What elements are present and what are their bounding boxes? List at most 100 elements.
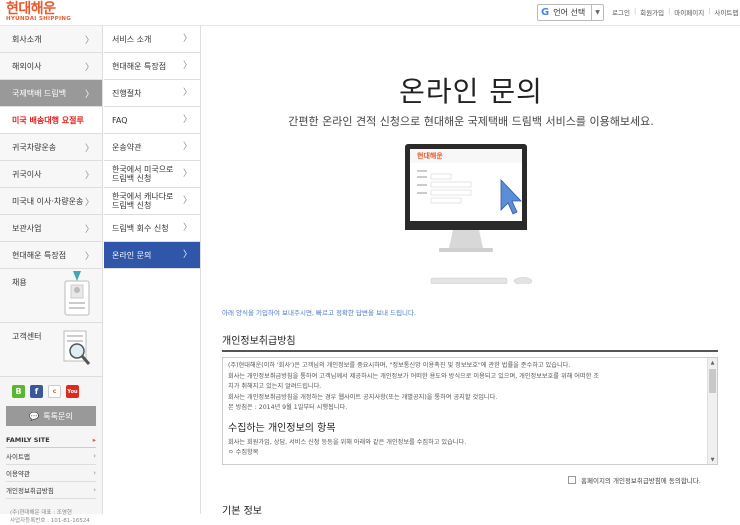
privacy-policy-text: (주)현대해운(이하 '회사')은 고객님의 개인정보를 중요시하며, "정보통… (223, 358, 717, 459)
section-divider (222, 350, 718, 352)
lnav-label: 귀국이사 (12, 169, 42, 179)
lnav-car-return[interactable]: 귀국차량운송 〉 (0, 134, 102, 161)
chevron-right-icon: 〉 (84, 225, 94, 235)
chevron-right-icon: 〉 (182, 168, 192, 179)
snav-label: 한국에서 미국으로 드림백 신청 (112, 165, 174, 183)
snav-process[interactable]: 진행절차 〉 (104, 80, 200, 107)
inquiry-notice: 아래 양식을 기입하여 보내주시면, 빠르고 정확한 답변을 보내 드립니다. (222, 309, 417, 317)
left-navigation: 회사소개 〉 해외이사 〉 국제택배 드림백 〉 미국 배송대행 요절루 귀국차량운송… (0, 26, 103, 524)
talk-inquiry-button[interactable]: 💬 톡톡문의 (6, 406, 96, 426)
copyright-line: (주)현대해운 대표 : 조영현 (10, 510, 72, 516)
sns-links: B f c You (0, 377, 102, 406)
sitemap-link[interactable]: 사이트맵 (714, 7, 738, 17)
recruit-label: 채용 (12, 278, 27, 287)
mypage-link[interactable]: 마이페이지 (674, 7, 704, 17)
chevron-right-icon: 〉 (84, 90, 94, 100)
snav-online-inquiry[interactable]: 온라인 문의 〉 (104, 242, 200, 269)
basic-info-section-title: 기본 정보 (222, 506, 262, 517)
footer-link-label: 이용약관 (6, 470, 30, 478)
lnav-dreambag[interactable]: 국제택배 드림백 〉 (0, 80, 102, 107)
policy-line: 치가 취해지고 있는지 알려드립니다. (228, 383, 322, 390)
signup-link[interactable]: 회원가입 (640, 7, 664, 17)
privacy-agree-label: 홈페이지의 개인정보취급방침에 동의합니다. (581, 477, 701, 485)
lnav-label: 국제택배 드림백 (12, 88, 67, 98)
language-select-label: 언어 선택 (553, 8, 586, 17)
chevron-right-icon: 〉 (182, 249, 192, 260)
lnav-us-shipping[interactable]: 미국 배송대행 요절루 (0, 107, 102, 134)
chevron-right-icon: 〉 (84, 36, 94, 46)
snav-faq[interactable]: FAQ 〉 (104, 107, 200, 134)
chevron-right-icon: 〉 (84, 144, 94, 154)
footer-link-label: 사이트맵 (6, 453, 30, 461)
policy-line: (주)현대해운(이하 '회사')은 고객님의 개인정보를 중요시하며, "정보통… (228, 362, 571, 369)
dropdown-arrow-icon: ▼ (591, 5, 603, 20)
chevron-right-icon: 〉 (182, 33, 192, 44)
lnav-label: 회사소개 (12, 34, 42, 44)
magnifier-icon (63, 330, 91, 365)
facebook-icon[interactable]: f (30, 385, 43, 398)
footer-sitemap-link[interactable]: 사이트맵 › (6, 448, 96, 465)
youtube-icon[interactable]: You (66, 385, 79, 398)
page-title: 온라인 문의 (399, 75, 543, 108)
policy-scrollbar[interactable]: ▲ ▼ (707, 358, 717, 464)
login-link[interactable]: 로그인 (612, 7, 630, 17)
snav-label: 현대해운 특장점 (112, 61, 167, 71)
snav-label: FAQ (112, 115, 128, 125)
lnav-label: 미국내 이사·차량운송 (12, 196, 84, 206)
recruit-banner[interactable]: 채용 (0, 269, 102, 323)
privacy-policy-box[interactable]: (주)현대해운(이하 '회사')은 고객님의 개인정보를 중요시하며, "정보통… (222, 357, 718, 465)
chevron-right-icon: 〉 (182, 195, 192, 206)
policy-line: 회사는 회원가입, 상담, 서비스 신청 등등을 위해 아래와 같은 개인정보를… (228, 438, 467, 446)
snav-return[interactable]: 드림백 회수 신청 〉 (104, 215, 200, 242)
privacy-agree[interactable]: 홈페이지의 개인정보취급방침에 동의합니다. (568, 475, 701, 485)
snav-label: 드림백 회수 신청 (112, 223, 169, 233)
customer-center-banner[interactable]: 고객센터 (0, 323, 102, 377)
privacy-agree-checkbox[interactable] (568, 476, 576, 484)
snav-label: 온라인 문의 (112, 250, 152, 260)
snav-terms[interactable]: 운송약관 〉 (104, 134, 200, 161)
talk-inquiry-label: 톡톡문의 (43, 411, 73, 421)
triangle-right-icon: ▸ (92, 435, 96, 444)
lnav-overseas-moving[interactable]: 해외이사 〉 (0, 53, 102, 80)
lnav-label: 귀국차량운송 (12, 142, 57, 152)
footer-link-label: 개인정보취급방침 (6, 487, 54, 495)
lnav-label: 보관사업 (12, 223, 42, 233)
snav-korea-us[interactable]: 한국에서 미국으로 드림백 신청 〉 (104, 161, 200, 188)
cafe-icon[interactable]: c (48, 385, 61, 398)
chevron-right-icon: 〉 (84, 63, 94, 73)
lnav-features[interactable]: 현대해운 특장점 〉 (0, 242, 102, 269)
scroll-down-icon[interactable]: ▼ (708, 455, 717, 464)
lnav-company[interactable]: 회사소개 〉 (0, 26, 102, 53)
hyundai-shipping-logo[interactable]: 현대해운 HYUNDAI SHIPPING (6, 2, 71, 24)
scroll-thumb[interactable] (709, 369, 716, 393)
lnav-return-moving[interactable]: 귀국이사 〉 (0, 161, 102, 188)
footer-privacy-link[interactable]: 개인정보취급방침 › (6, 482, 96, 499)
snav-label: 운송약관 (112, 142, 142, 152)
chevron-right-icon: 〉 (182, 87, 192, 98)
blog-icon[interactable]: B (12, 385, 25, 398)
snav-service-intro[interactable]: 서비스 소개 〉 (104, 26, 200, 53)
policy-heading: 수집하는 개인정보의 항목 (228, 422, 336, 434)
lnav-storage[interactable]: 보관사업 〉 (0, 215, 102, 242)
footer-terms-link[interactable]: 이용약관 › (6, 465, 96, 482)
chevron-right-icon: › (93, 452, 96, 460)
chevron-right-icon: › (93, 486, 96, 494)
snav-korea-canada[interactable]: 한국에서 캐나다로 드림백 신청 〉 (104, 188, 200, 215)
chevron-right-icon: 〉 (84, 198, 94, 208)
lnav-us-domestic[interactable]: 미국내 이사·차량운송 〉 (0, 188, 102, 215)
monitor-illustration: 현대해운 (405, 144, 533, 284)
policy-line: 회사는 개인정보취급방침을 통하여 고객님께서 제공하시는 개인정보가 어떠한 … (228, 372, 600, 380)
customer-center-label: 고객센터 (12, 332, 42, 341)
snav-label: 한국에서 캐나다로 드림백 신청 (112, 192, 174, 210)
family-site-select[interactable]: FAMILY SITE ▸ (6, 432, 96, 448)
scroll-up-icon[interactable]: ▲ (708, 358, 717, 367)
snav-features[interactable]: 현대해운 특장점 〉 (104, 53, 200, 80)
chevron-right-icon: 〉 (182, 114, 192, 125)
snav-label: 진행절차 (112, 88, 142, 98)
chevron-right-icon: 〉 (182, 60, 192, 71)
top-links: 로그인 | 회원가입 | 마이페이지 | 사이트맵 (612, 7, 739, 17)
chevron-right-icon: 〉 (182, 222, 192, 233)
family-site-label: FAMILY SITE (6, 435, 50, 444)
logo-english: HYUNDAI SHIPPING (6, 16, 72, 22)
language-select[interactable]: G 언어 선택 ▼ (537, 4, 604, 21)
